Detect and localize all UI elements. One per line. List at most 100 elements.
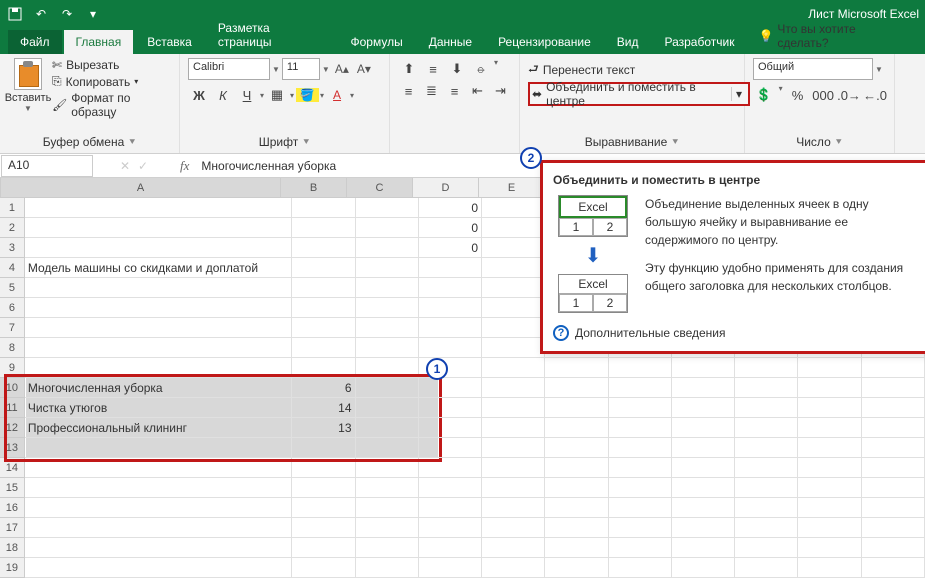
merge-center-button[interactable]: ⬌ Объединить и поместить в центре ▾ bbox=[528, 82, 750, 106]
cell[interactable]: Модель машины со скидками и доплатой bbox=[25, 258, 292, 278]
enter-formula-icon[interactable]: ✓ bbox=[138, 159, 148, 173]
tab-developer[interactable]: Разработчик bbox=[652, 30, 746, 54]
cell[interactable] bbox=[798, 378, 861, 398]
cell[interactable] bbox=[419, 398, 482, 418]
cell[interactable] bbox=[356, 518, 419, 538]
cell[interactable] bbox=[292, 558, 355, 578]
cell[interactable] bbox=[356, 238, 419, 258]
tab-data[interactable]: Данные bbox=[417, 30, 484, 54]
cell[interactable] bbox=[862, 398, 925, 418]
cell[interactable] bbox=[798, 558, 861, 578]
cell[interactable] bbox=[25, 218, 292, 238]
cell[interactable] bbox=[419, 378, 482, 398]
col-header-E[interactable]: E bbox=[479, 178, 545, 198]
cell[interactable] bbox=[292, 538, 355, 558]
decrease-font-icon[interactable]: A▾ bbox=[354, 59, 374, 79]
cell[interactable] bbox=[356, 418, 419, 438]
cell[interactable] bbox=[862, 558, 925, 578]
cell[interactable] bbox=[419, 338, 482, 358]
cell[interactable] bbox=[25, 338, 292, 358]
row-header[interactable]: 7 bbox=[0, 318, 25, 338]
cell[interactable] bbox=[482, 438, 545, 458]
align-middle-icon[interactable]: ≡ bbox=[422, 58, 444, 80]
cell[interactable] bbox=[482, 478, 545, 498]
row-header[interactable]: 19 bbox=[0, 558, 25, 578]
font-size-combo[interactable]: 11 bbox=[282, 58, 320, 80]
dialog-launcher-icon[interactable]: ⯆ bbox=[302, 137, 310, 148]
cell[interactable] bbox=[419, 558, 482, 578]
cell[interactable]: 14 bbox=[292, 398, 355, 418]
tell-me-search[interactable]: 💡 Что вы хотите сделать? bbox=[748, 18, 917, 54]
cell[interactable] bbox=[292, 438, 355, 458]
cell[interactable] bbox=[292, 298, 355, 318]
cell[interactable] bbox=[545, 518, 608, 538]
cell[interactable] bbox=[482, 218, 545, 238]
cell[interactable] bbox=[356, 278, 419, 298]
row-header[interactable]: 17 bbox=[0, 518, 25, 538]
row-header[interactable]: 8 bbox=[0, 338, 25, 358]
save-icon[interactable] bbox=[6, 5, 24, 23]
cell[interactable] bbox=[609, 518, 672, 538]
row-header[interactable]: 6 bbox=[0, 298, 25, 318]
row-header[interactable]: 12 bbox=[0, 418, 25, 438]
tooltip-help-link[interactable]: ? Дополнительные сведения bbox=[553, 325, 917, 341]
cell[interactable] bbox=[862, 498, 925, 518]
cell[interactable] bbox=[545, 378, 608, 398]
customize-qat-icon[interactable]: ▾ bbox=[84, 5, 102, 23]
row-header[interactable]: 9 bbox=[0, 358, 25, 378]
cell[interactable] bbox=[419, 298, 482, 318]
cell[interactable] bbox=[862, 418, 925, 438]
dialog-launcher-icon[interactable]: ⯆ bbox=[128, 137, 136, 148]
undo-icon[interactable]: ↶ bbox=[32, 5, 50, 23]
font-name-combo[interactable]: Calibri bbox=[188, 58, 270, 80]
cell[interactable] bbox=[292, 218, 355, 238]
cell[interactable] bbox=[609, 398, 672, 418]
currency-icon[interactable]: 💲 bbox=[753, 84, 775, 106]
align-right-icon[interactable]: ≡ bbox=[444, 80, 465, 102]
tab-file[interactable]: Файл bbox=[8, 30, 62, 54]
tab-home[interactable]: Главная bbox=[64, 30, 134, 54]
cell[interactable] bbox=[798, 518, 861, 538]
cell[interactable] bbox=[609, 438, 672, 458]
cell[interactable] bbox=[25, 318, 292, 338]
cell[interactable] bbox=[672, 398, 735, 418]
cell[interactable] bbox=[25, 558, 292, 578]
row-header[interactable]: 14 bbox=[0, 458, 25, 478]
cell[interactable]: 0 bbox=[419, 198, 482, 218]
cell[interactable] bbox=[25, 478, 292, 498]
cell[interactable] bbox=[292, 478, 355, 498]
cell[interactable] bbox=[798, 478, 861, 498]
cell[interactable] bbox=[482, 198, 545, 218]
cancel-formula-icon[interactable]: ✕ bbox=[120, 159, 130, 173]
cell[interactable] bbox=[609, 498, 672, 518]
align-top-icon[interactable]: ⬆ bbox=[398, 58, 420, 80]
cell[interactable] bbox=[356, 318, 419, 338]
cell[interactable] bbox=[292, 518, 355, 538]
cell[interactable] bbox=[672, 458, 735, 478]
tab-page-layout[interactable]: Разметка страницы bbox=[206, 16, 337, 54]
cell[interactable] bbox=[356, 458, 419, 478]
cell[interactable] bbox=[482, 358, 545, 378]
cell[interactable] bbox=[482, 298, 545, 318]
cell[interactable] bbox=[356, 338, 419, 358]
dialog-launcher-icon[interactable]: ⯆ bbox=[671, 137, 679, 148]
row-header[interactable]: 4 bbox=[0, 258, 25, 278]
cell[interactable] bbox=[545, 498, 608, 518]
cell[interactable] bbox=[735, 538, 798, 558]
cell[interactable] bbox=[735, 438, 798, 458]
cell[interactable] bbox=[419, 278, 482, 298]
decrease-indent-icon[interactable]: ⇤ bbox=[467, 80, 488, 102]
cell[interactable] bbox=[798, 498, 861, 518]
cell[interactable] bbox=[735, 498, 798, 518]
row-header[interactable]: 10 bbox=[0, 378, 25, 398]
cell[interactable] bbox=[419, 538, 482, 558]
wrap-text-button[interactable]: ⮐ Перенести текст bbox=[528, 58, 736, 82]
row-header[interactable]: 1 bbox=[0, 198, 25, 218]
cell[interactable] bbox=[292, 338, 355, 358]
dialog-launcher-icon[interactable]: ⯆ bbox=[835, 137, 843, 148]
cell[interactable] bbox=[545, 438, 608, 458]
cell[interactable] bbox=[482, 518, 545, 538]
cell[interactable] bbox=[25, 358, 292, 378]
cell[interactable] bbox=[672, 378, 735, 398]
cell[interactable] bbox=[545, 458, 608, 478]
